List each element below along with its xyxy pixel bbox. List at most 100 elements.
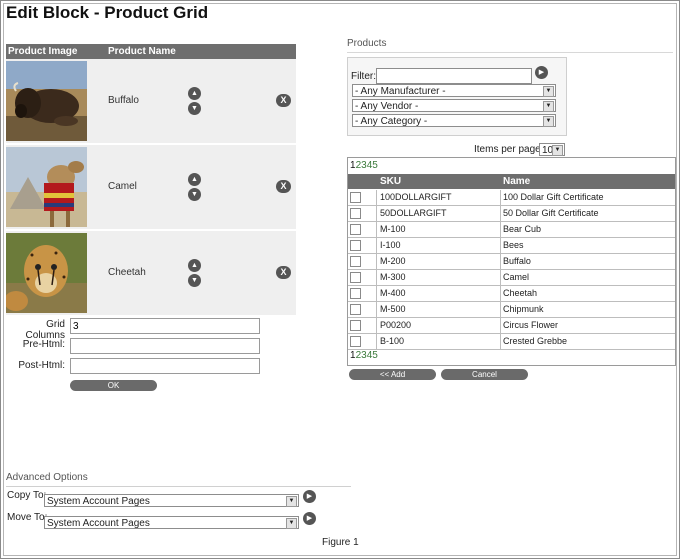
remove-button[interactable]: X bbox=[276, 94, 291, 107]
manufacturer-select[interactable]: - Any Manufacturer - ▼ bbox=[352, 84, 556, 97]
copy-to-select[interactable]: System Account Pages ▼ bbox=[44, 494, 299, 507]
column-name: Name bbox=[503, 176, 531, 187]
post-html-input[interactable] bbox=[70, 358, 260, 374]
row-name: Crested Grebbe bbox=[503, 336, 568, 346]
product-row-camel: Camel ▲ ▼ X bbox=[6, 145, 296, 231]
move-down-button[interactable]: ▼ bbox=[188, 102, 201, 115]
product-name: Cheetah bbox=[108, 267, 146, 278]
column-divider bbox=[376, 190, 377, 205]
pager-link[interactable]: 5 bbox=[372, 160, 378, 171]
remove-button[interactable]: X bbox=[276, 266, 291, 279]
row-checkbox[interactable] bbox=[350, 336, 361, 347]
table-row[interactable]: M-500 Chipmunk bbox=[348, 302, 675, 318]
row-sku: P00200 bbox=[380, 320, 412, 330]
column-divider bbox=[500, 206, 501, 221]
camel-image bbox=[6, 147, 87, 227]
column-divider bbox=[376, 238, 377, 253]
column-divider bbox=[376, 334, 377, 349]
row-checkbox[interactable] bbox=[350, 320, 361, 331]
row-name: 100 Dollar Gift Certificate bbox=[503, 192, 604, 202]
column-sku: SKU bbox=[380, 176, 402, 187]
column-divider bbox=[376, 254, 377, 269]
column-divider bbox=[376, 270, 377, 285]
row-checkbox[interactable] bbox=[350, 256, 361, 267]
row-checkbox[interactable] bbox=[350, 240, 361, 251]
move-down-button[interactable]: ▼ bbox=[188, 188, 201, 201]
chevron-down-icon: ▼ bbox=[286, 496, 297, 507]
move-up-button[interactable]: ▲ bbox=[188, 87, 201, 100]
row-checkbox[interactable] bbox=[350, 224, 361, 235]
table-row[interactable]: I-100 Bees bbox=[348, 238, 675, 254]
chevron-down-icon: ▼ bbox=[286, 518, 297, 529]
add-button[interactable]: << Add bbox=[349, 369, 436, 380]
products-divider bbox=[347, 52, 673, 53]
filter-input[interactable] bbox=[376, 68, 532, 84]
column-divider bbox=[500, 286, 501, 301]
column-divider bbox=[500, 222, 501, 237]
move-down-button[interactable]: ▼ bbox=[188, 274, 201, 287]
move-up-button[interactable]: ▲ bbox=[188, 259, 201, 272]
cheetah-image bbox=[6, 233, 87, 313]
row-name: Camel bbox=[503, 272, 530, 282]
advanced-divider bbox=[6, 486, 351, 487]
products-title: Products bbox=[347, 38, 387, 49]
move-up-button[interactable]: ▲ bbox=[188, 173, 201, 186]
row-name: Buffalo bbox=[503, 256, 531, 266]
column-divider bbox=[376, 206, 377, 221]
pre-html-input[interactable] bbox=[70, 338, 260, 354]
row-name: Cheetah bbox=[503, 288, 538, 298]
product-row-cheetah: Cheetah ▲ ▼ X bbox=[6, 231, 296, 317]
pager-link[interactable]: 5 bbox=[372, 350, 378, 361]
category-value: - Any Category - bbox=[355, 116, 428, 127]
filter-panel: Filter: ▶ - Any Manufacturer - ▼ - Any V… bbox=[347, 57, 567, 136]
table-row[interactable]: 100DOLLARGIFT 100 Dollar Gift Certificate bbox=[348, 190, 675, 206]
cancel-button[interactable]: Cancel bbox=[441, 369, 528, 380]
move-go-icon[interactable]: ▶ bbox=[303, 512, 316, 525]
table-row[interactable]: B-100 Crested Grebbe bbox=[348, 334, 675, 350]
column-divider bbox=[500, 318, 501, 333]
row-name: 50 Dollar Gift Certificate bbox=[503, 208, 599, 218]
move-to-select[interactable]: System Account Pages ▼ bbox=[44, 516, 299, 529]
table-row[interactable]: M-400 Cheetah bbox=[348, 286, 675, 302]
copy-go-icon[interactable]: ▶ bbox=[303, 490, 316, 503]
post-html-label: Post-Html: bbox=[18, 360, 65, 371]
column-product-image: Product Image bbox=[8, 46, 78, 57]
items-per-page-label: Items per page: bbox=[474, 144, 544, 155]
sku-table: 12345 SKU Name 100DOLLARGIFT 100 Dollar G… bbox=[347, 157, 676, 366]
chevron-down-icon: ▼ bbox=[543, 86, 554, 97]
row-checkbox[interactable] bbox=[350, 272, 361, 283]
row-sku: M-300 bbox=[380, 272, 406, 282]
row-checkbox[interactable] bbox=[350, 304, 361, 315]
column-divider bbox=[376, 318, 377, 333]
column-divider bbox=[376, 286, 377, 301]
figure-caption: Figure 1 bbox=[322, 537, 359, 548]
pager-bottom: 12345 bbox=[350, 350, 378, 361]
row-checkbox[interactable] bbox=[350, 208, 361, 219]
remove-button[interactable]: X bbox=[276, 180, 291, 193]
chevron-down-icon: ▼ bbox=[543, 116, 554, 127]
pager-top: 12345 bbox=[350, 160, 378, 171]
table-row[interactable]: M-100 Bear Cub bbox=[348, 222, 675, 238]
manufacturer-value: - Any Manufacturer - bbox=[355, 86, 446, 97]
column-divider bbox=[500, 238, 501, 253]
grid-columns-input[interactable] bbox=[70, 318, 260, 334]
row-name: Circus Flower bbox=[503, 320, 559, 330]
move-to-value: System Account Pages bbox=[47, 518, 150, 529]
column-divider bbox=[500, 270, 501, 285]
vendor-select[interactable]: - Any Vendor - ▼ bbox=[352, 99, 556, 112]
table-row[interactable]: M-200 Buffalo bbox=[348, 254, 675, 270]
product-grid-header: Product Image Product Name bbox=[6, 44, 296, 59]
row-sku: M-200 bbox=[380, 256, 406, 266]
filter-go-icon[interactable]: ▶ bbox=[535, 66, 548, 79]
category-select[interactable]: - Any Category - ▼ bbox=[352, 114, 556, 127]
row-checkbox[interactable] bbox=[350, 192, 361, 203]
row-sku: M-500 bbox=[380, 304, 406, 314]
row-checkbox[interactable] bbox=[350, 288, 361, 299]
ok-button[interactable]: OK bbox=[70, 380, 157, 391]
table-row[interactable]: P00200 Circus Flower bbox=[348, 318, 675, 334]
items-per-page-select[interactable]: 10 ▼ bbox=[539, 143, 565, 156]
table-row[interactable]: 50DOLLARGIFT 50 Dollar Gift Certificate bbox=[348, 206, 675, 222]
table-row[interactable]: M-300 Camel bbox=[348, 270, 675, 286]
row-sku: I-100 bbox=[380, 240, 401, 250]
product-grid: Product Image Product Name Buffalo ▲ ▼ X bbox=[6, 44, 296, 317]
